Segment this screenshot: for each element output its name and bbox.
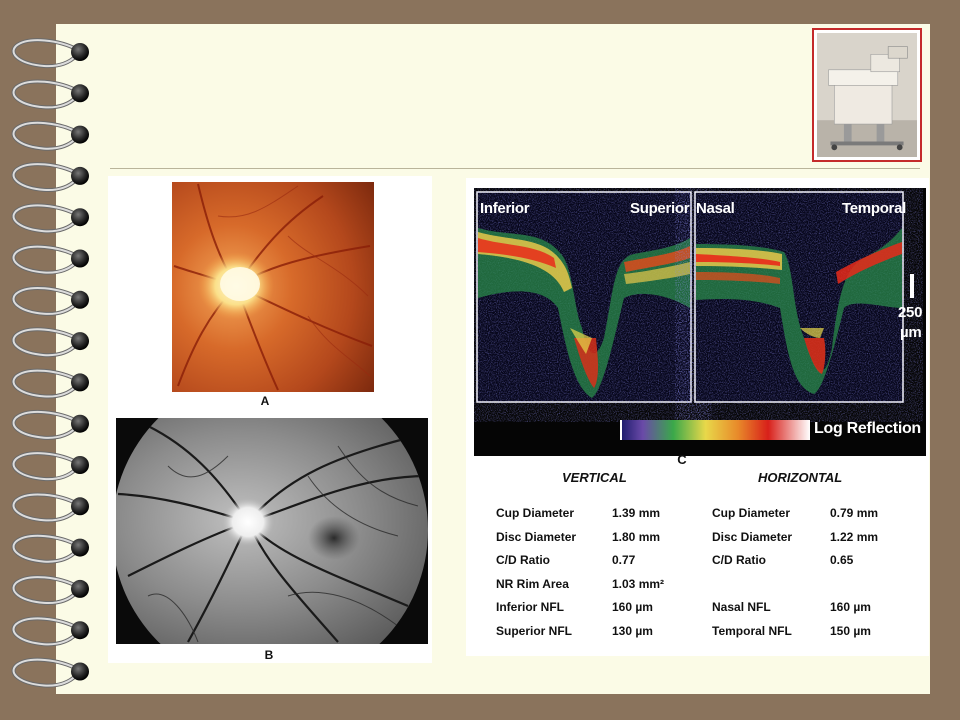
superior-label: Superior bbox=[630, 200, 690, 217]
horizontal-value: 0.65 bbox=[830, 553, 854, 567]
oct-device-photo bbox=[812, 28, 922, 162]
vertical-value: 130 µm bbox=[612, 623, 653, 638]
fundus-images bbox=[116, 182, 428, 644]
horizontal-label: Cup Diameter bbox=[712, 506, 791, 520]
oct-figure: Inferior Superior Nasal Temporal 250 µm … bbox=[466, 178, 929, 656]
horizontal-value: 1.22 mm bbox=[830, 529, 879, 544]
binding-hole bbox=[71, 414, 89, 433]
binding-hole bbox=[71, 538, 89, 557]
binding-hole bbox=[71, 249, 89, 268]
binding-hole bbox=[71, 290, 89, 309]
vertical-heading: VERTICAL bbox=[562, 470, 627, 485]
horizontal-heading: HORIZONTAL bbox=[758, 470, 843, 485]
figure-b-label: B bbox=[264, 648, 274, 662]
binding-hole bbox=[71, 332, 89, 351]
scale-value: 250 bbox=[898, 304, 923, 321]
vertical-value: 160 µm bbox=[612, 600, 653, 614]
vertical-value: 1.03 mm² bbox=[612, 576, 665, 591]
inferior-label: Inferior bbox=[480, 200, 530, 217]
binding-hole bbox=[71, 456, 89, 474]
horizontal-value: 160 µm bbox=[830, 600, 871, 614]
vertical-value: 1.80 mm bbox=[612, 529, 661, 544]
horizontal-label: Temporal NFL bbox=[712, 623, 792, 638]
vertical-label: NR Rim Area bbox=[496, 576, 569, 591]
temporal-label: Temporal bbox=[842, 200, 907, 217]
binding-hole bbox=[71, 125, 89, 144]
figure-a-label: A bbox=[260, 394, 270, 408]
colorbar-label: Log Reflection bbox=[814, 420, 921, 437]
binding-hole bbox=[71, 579, 89, 598]
horizontal-value: 150 µm bbox=[830, 623, 871, 638]
horizontal-label: Disc Diameter bbox=[712, 529, 793, 544]
vertical-label: Inferior NFL bbox=[496, 600, 564, 614]
oct-scans bbox=[476, 191, 914, 440]
scale-unit: µm bbox=[900, 324, 922, 341]
horizontal-label: C/D Ratio bbox=[712, 553, 766, 567]
fundus-figure: A B bbox=[108, 176, 432, 663]
horizontal-label: Nasal NFL bbox=[712, 600, 771, 614]
vertical-value: 0.77 bbox=[612, 553, 636, 567]
binding-hole bbox=[71, 497, 89, 516]
vertical-label: Disc Diameter bbox=[496, 529, 577, 544]
binding-hole bbox=[71, 662, 89, 681]
nasal-label: Nasal bbox=[696, 200, 735, 217]
oct-scan-panel: Inferior Superior Nasal Temporal 250 µm … bbox=[474, 188, 926, 456]
binding-hole bbox=[71, 84, 89, 103]
header-divider bbox=[110, 168, 920, 169]
binding-hole bbox=[71, 621, 89, 640]
figure-c-label: C bbox=[677, 452, 687, 467]
vertical-label: C/D Ratio bbox=[496, 553, 550, 567]
binding-hole bbox=[71, 166, 89, 185]
spiral-coils bbox=[11, 38, 89, 688]
vertical-label: Cup Diameter bbox=[496, 506, 575, 520]
binding-hole bbox=[71, 373, 89, 392]
horizontal-value: 0.79 mm bbox=[830, 506, 879, 520]
binding-hole bbox=[71, 43, 89, 61]
vertical-value: 1.39 mm bbox=[612, 506, 661, 520]
binding-hole bbox=[71, 208, 89, 227]
vertical-label: Superior NFL bbox=[496, 623, 573, 638]
